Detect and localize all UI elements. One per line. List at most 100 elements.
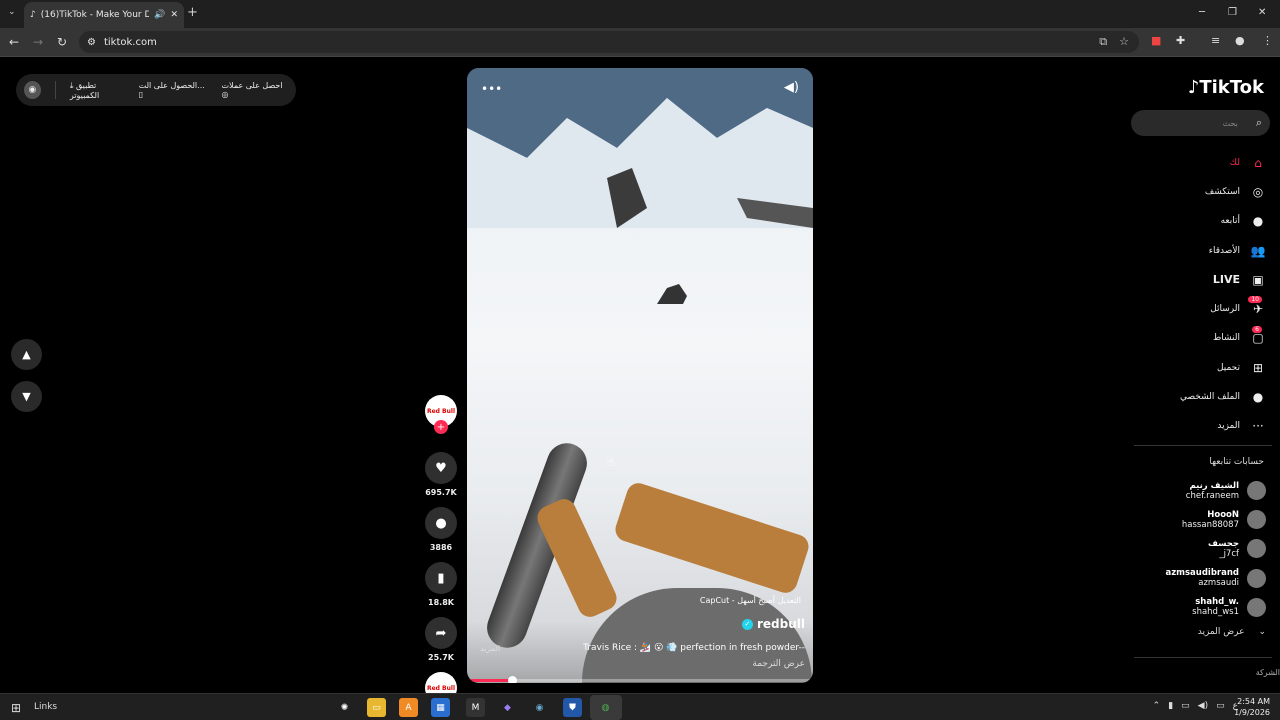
- sidebar-item[interactable]: الملف الشخصي ●: [1126, 382, 1266, 411]
- shield-icon[interactable]: ⛊: [563, 698, 582, 717]
- url-text: tiktok.com: [103, 36, 157, 48]
- sidebar-item-label: الملف الشخصي: [1180, 392, 1240, 403]
- tab-title: (16)TikTok - Make Your Day: [40, 10, 150, 20]
- tab-list-icon[interactable]: ⌄: [8, 7, 16, 17]
- chevron-down-icon: ⌄: [1258, 627, 1266, 637]
- user-avatar[interactable]: ◉: [24, 81, 41, 99]
- video-description: Travis Rice : 🏂 😮 💨 perfection in fresh …: [583, 643, 805, 653]
- share-button[interactable]: ➦: [425, 617, 457, 649]
- back-icon[interactable]: ←: [9, 35, 19, 49]
- capcut-label[interactable]: CapCut - التعديل أصبح أسهل: [700, 596, 801, 605]
- comment-button[interactable]: ●: [425, 507, 457, 539]
- steam-icon[interactable]: ◉: [530, 698, 549, 717]
- company-link[interactable]: الشركة: [1256, 668, 1280, 677]
- sidebar-item[interactable]: استكشف ◎: [1126, 177, 1266, 206]
- friends-icon: 👥: [1250, 243, 1266, 258]
- install-app-icon[interactable]: ⧉: [1099, 35, 1107, 49]
- desktop-app-button[interactable]: ⤓ تطبيق الكمبيوتر: [70, 81, 125, 100]
- microphone-icon[interactable]: ▮: [1168, 701, 1173, 711]
- links-toolbar[interactable]: Links: [34, 702, 57, 712]
- get-coins-button[interactable]: احصل على عملات ◎: [222, 81, 288, 99]
- file-explorer-icon[interactable]: ▭: [367, 698, 386, 717]
- next-video-button[interactable]: ▼: [11, 381, 42, 412]
- settings-taskbar-icon[interactable]: ✺: [335, 698, 354, 717]
- profile-avatar-icon[interactable]: ●: [1235, 34, 1245, 47]
- progress-bar[interactable]: [467, 676, 813, 683]
- sidebar-item-label: لك: [1229, 157, 1240, 168]
- close-window-button[interactable]: ✕: [1258, 7, 1266, 18]
- search-icon[interactable]: ⌕: [1256, 116, 1262, 130]
- comment-count: 3886: [429, 543, 453, 552]
- extension-icon[interactable]: ■: [1151, 34, 1161, 47]
- video-author[interactable]: ✓ redbull: [741, 617, 805, 631]
- volume-icon[interactable]: ◀): [1198, 701, 1208, 711]
- sidebar-item[interactable]: لك ⌂: [1126, 148, 1266, 177]
- search-input[interactable]: بحث ⌕: [1131, 110, 1270, 136]
- app-diamond-icon[interactable]: ◆: [498, 698, 517, 717]
- forward-icon[interactable]: →: [33, 35, 43, 49]
- divider: [1134, 657, 1272, 658]
- browser-tab[interactable]: ♪ (16)TikTok - Make Your Day 🔊 ✕: [24, 2, 184, 28]
- avatar: [1247, 568, 1266, 588]
- app-bm-icon[interactable]: M: [466, 698, 485, 717]
- action-column: Red Bull + ♥ 695.7K ● 3886 ▮ 18.8K ➦ 25.…: [424, 395, 458, 704]
- show-more-button[interactable]: عرض المزيد ⌄: [1198, 627, 1266, 637]
- following-account[interactable]: shahd_w. shahd_ws1: [1126, 593, 1266, 622]
- sidebar-nav: لك ⌂ استكشف ◎ أتابعه ● الأصدقاء 👥 LIVE ▣ الرسائل ✈ 1…: [1126, 148, 1266, 441]
- volume-icon[interactable]: ◀): [784, 80, 799, 95]
- like-button[interactable]: ♥: [425, 452, 457, 484]
- bookmark-count: 18.8K: [428, 598, 454, 607]
- progress-knob[interactable]: [507, 676, 517, 683]
- app-a-icon[interactable]: A: [399, 698, 418, 717]
- tiktok-logo[interactable]: ♪TikTok: [1188, 77, 1264, 98]
- address-bar[interactable]: ⚙ tiktok.com ⧉ ☆: [79, 31, 1139, 53]
- video-player[interactable]: ••• ◀) CapCut - التعديل أصبح أسهل ✓ redb…: [467, 68, 813, 683]
- account-display-name: HoooN: [1207, 509, 1239, 520]
- see-translation-link[interactable]: عرض الترجمة: [752, 659, 805, 669]
- bookmark-button[interactable]: ▮: [425, 562, 457, 594]
- chrome-icon[interactable]: ◍: [596, 698, 615, 717]
- avatar: [1247, 481, 1266, 501]
- right-leg: [612, 480, 812, 596]
- account-username: chef.raneem: [1185, 490, 1239, 501]
- store-icon[interactable]: ▦: [431, 698, 450, 717]
- sidebar-item[interactable]: أتابعه ●: [1126, 207, 1266, 236]
- windows-start-icon[interactable]: ⊞: [11, 701, 21, 715]
- sidebar-item-label: تحميل: [1216, 362, 1240, 373]
- bookmark-star-icon[interactable]: ☆: [1119, 35, 1129, 49]
- sidebar-item[interactable]: النشاط ▢ 6: [1126, 324, 1266, 353]
- sidebar-item[interactable]: LIVE ▣: [1126, 265, 1266, 294]
- follow-plus-button[interactable]: +: [434, 420, 448, 434]
- menu-icon[interactable]: ⋮: [1262, 34, 1273, 47]
- extensions-puzzle-icon[interactable]: ✚: [1176, 34, 1185, 47]
- activity-icon: ▢: [1252, 331, 1264, 346]
- following-account[interactable]: الشيف رنيم chef.raneem: [1126, 476, 1266, 505]
- minimize-button[interactable]: ─: [1199, 7, 1205, 18]
- account-username: shahd_ws1: [1192, 607, 1239, 618]
- following-account[interactable]: جحسف _j7cf: [1126, 534, 1266, 563]
- messages-icon: ✈: [1252, 302, 1264, 317]
- reload-icon[interactable]: ↻: [57, 35, 67, 49]
- new-tab-button[interactable]: +: [187, 5, 198, 20]
- site-info-icon[interactable]: ⚙: [87, 37, 96, 48]
- previous-video-button[interactable]: ▲: [11, 339, 42, 370]
- restore-button[interactable]: ❐: [1228, 7, 1237, 18]
- sidebar-item[interactable]: المزيد ···: [1126, 412, 1266, 441]
- progress-fill: [467, 679, 512, 682]
- speaker-icon[interactable]: 🔊: [154, 10, 165, 20]
- network-icon[interactable]: ▭: [1181, 701, 1190, 711]
- following-account[interactable]: HoooN hassan88087: [1126, 505, 1266, 534]
- battery-icon[interactable]: ▭: [1216, 701, 1225, 711]
- heart-icon: ♥: [435, 460, 447, 476]
- clock[interactable]: 2:54 AM 1/9/2026: [1234, 696, 1270, 718]
- chevron-up-icon[interactable]: ⌃: [1153, 701, 1161, 711]
- sidebar-item[interactable]: تحميل ⊞: [1126, 353, 1266, 382]
- sidebar-item[interactable]: الرسائل ✈ 10: [1126, 294, 1266, 323]
- following-account[interactable]: azmsaudibrand azmsaudi: [1126, 564, 1266, 593]
- more-options-icon[interactable]: •••: [481, 82, 502, 96]
- sidebar-item[interactable]: الأصدقاء 👥: [1126, 236, 1266, 265]
- close-tab-icon[interactable]: ✕: [170, 10, 178, 20]
- get-app-button[interactable]: الحصول على الت... ▯: [139, 81, 208, 99]
- media-control-icon[interactable]: ≡: [1211, 34, 1220, 47]
- more-link[interactable]: المزيد: [480, 644, 500, 653]
